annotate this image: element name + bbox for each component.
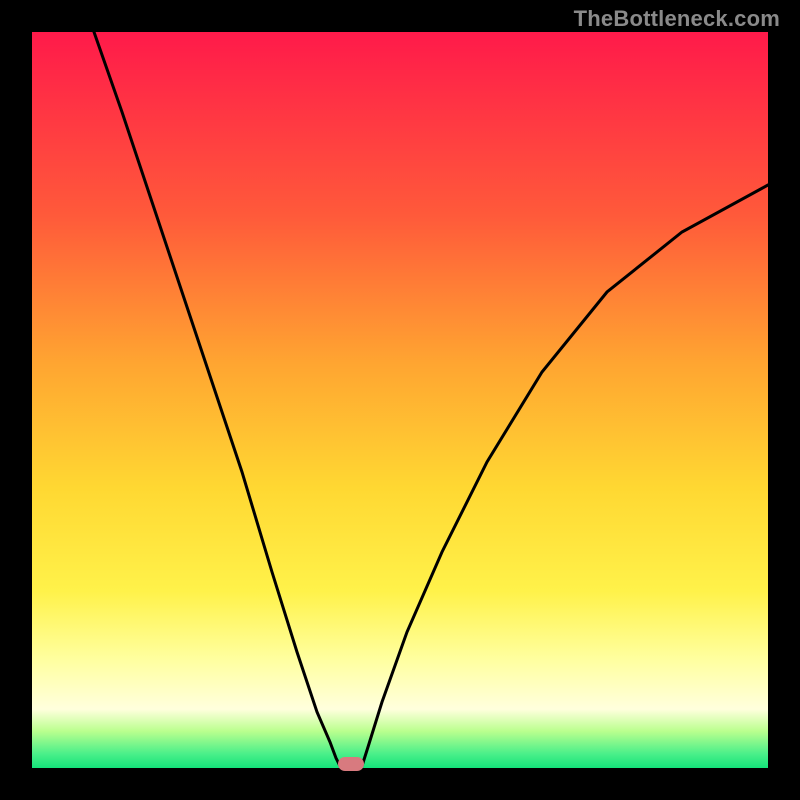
chart-plot-area [32, 32, 768, 768]
bottleneck-curve [32, 32, 768, 768]
watermark-text: TheBottleneck.com [574, 6, 780, 32]
optimal-point-marker [338, 757, 364, 771]
